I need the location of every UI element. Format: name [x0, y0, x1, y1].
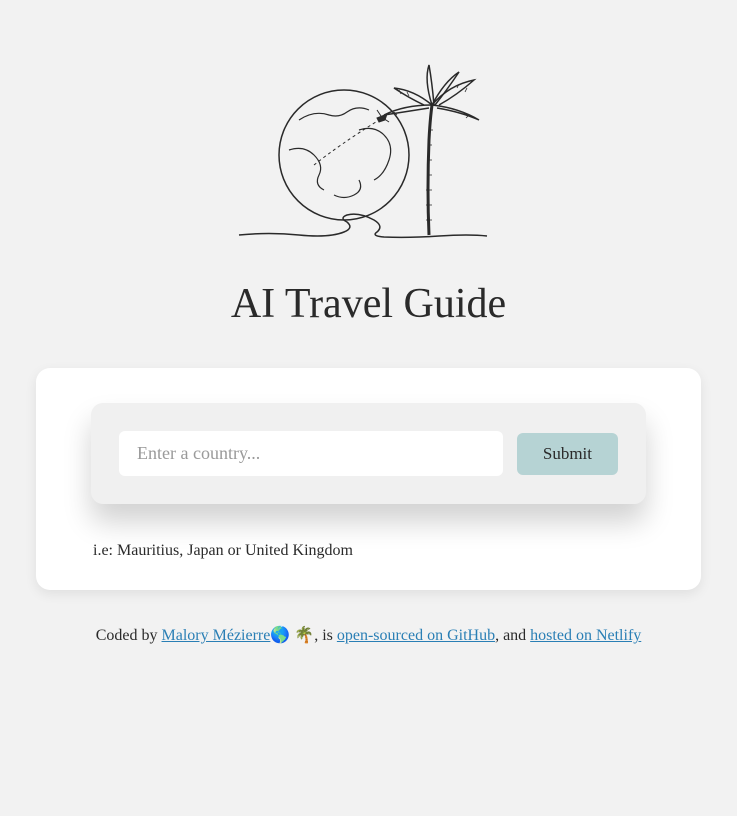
- submit-button[interactable]: Submit: [517, 433, 618, 475]
- search-pill: Submit: [91, 403, 646, 504]
- footer-emojis: 🌎 🌴: [270, 627, 314, 644]
- country-input[interactable]: [119, 431, 503, 476]
- github-link[interactable]: open-sourced on GitHub: [337, 627, 495, 644]
- author-link[interactable]: Malory Mézierre: [162, 627, 271, 644]
- netlify-link[interactable]: hosted on Netlify: [530, 627, 641, 644]
- footer-mid1: , is: [314, 627, 337, 644]
- page-title: AI Travel Guide: [231, 280, 506, 328]
- footer: Coded by Malory Mézierre🌎 🌴, is open-sou…: [96, 625, 642, 645]
- footer-mid2: , and: [495, 627, 530, 644]
- hint-text: i.e: Mauritius, Japan or United Kingdom: [91, 542, 646, 560]
- search-card: Submit i.e: Mauritius, Japan or United K…: [36, 368, 701, 590]
- footer-prefix: Coded by: [96, 627, 162, 644]
- globe-palm-icon: [229, 60, 509, 250]
- logo: [229, 60, 509, 255]
